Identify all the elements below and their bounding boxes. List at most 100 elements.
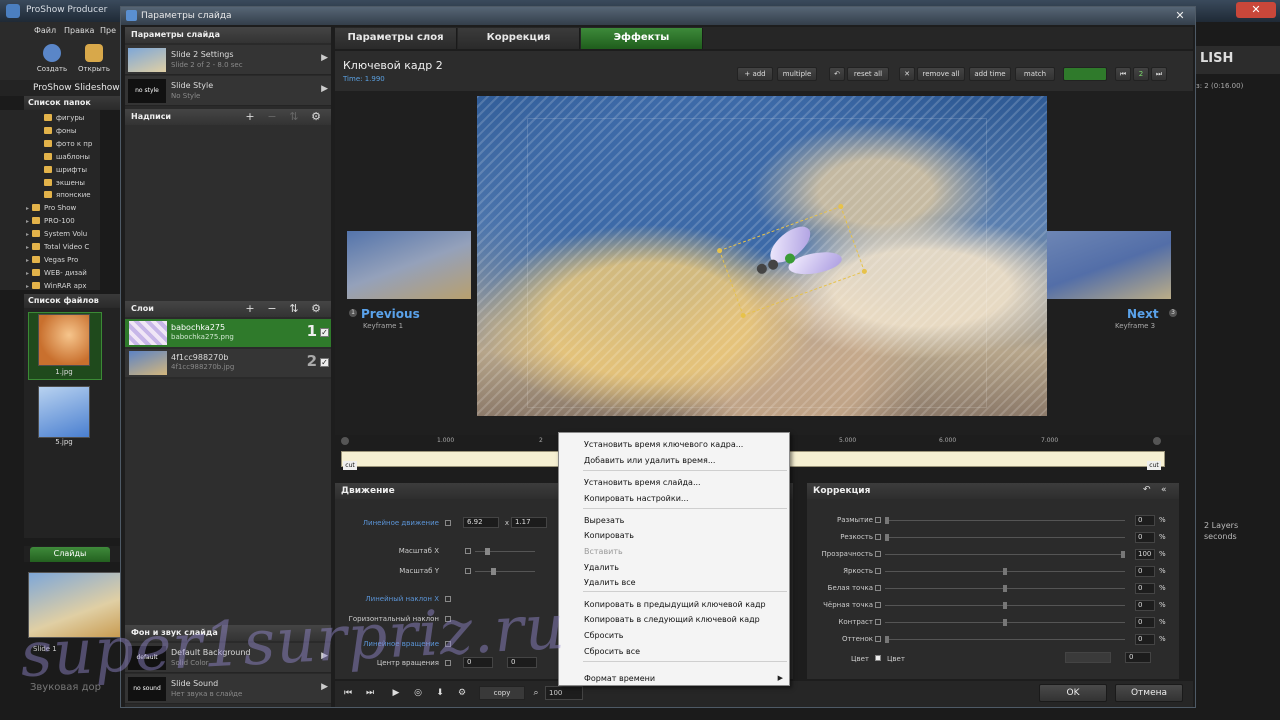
previous-keyframe-thumb[interactable]: [347, 231, 471, 299]
add-layer-button[interactable]: +: [241, 302, 259, 316]
reset-icon[interactable]: ↶: [1143, 485, 1151, 495]
context-menu-item[interactable]: Сбросить все: [559, 644, 789, 659]
correction-slider[interactable]: [885, 537, 1125, 538]
previous-keyframe-link[interactable]: Previous: [361, 307, 420, 321]
context-menu-item[interactable]: Установить время ключевого кадра...: [559, 437, 789, 452]
folder-item[interactable]: ▸ PRO-100: [26, 217, 75, 225]
copy-button[interactable]: copy: [479, 686, 525, 700]
correction-checkbox[interactable]: [875, 568, 881, 574]
collapse-icon[interactable]: «: [1161, 485, 1167, 495]
add-time-button[interactable]: add time: [969, 67, 1011, 81]
pan-x-field[interactable]: 6.92: [463, 517, 499, 528]
context-menu-item[interactable]: Удалить: [559, 560, 789, 575]
reset-all-button[interactable]: reset all: [847, 67, 889, 81]
zoom-field[interactable]: 100: [545, 686, 583, 700]
folder-item[interactable]: ▸ System Volu: [26, 230, 87, 238]
context-menu-item[interactable]: Копировать настройки...: [559, 491, 789, 506]
file-thumb-1[interactable]: [38, 314, 90, 366]
correction-slider-knob[interactable]: [885, 517, 889, 524]
correction-value-field[interactable]: 0: [1135, 515, 1155, 526]
layer-visible-checkbox-1[interactable]: ✓: [320, 328, 329, 337]
folder-tree[interactable]: фигуры фоны фото к пр шаблоны шрифты экшены яп…: [0, 110, 100, 290]
layer-row-1[interactable]: babochka275 babochka275.png 1 ✓: [125, 319, 331, 347]
correction-slider-knob[interactable]: [1003, 619, 1007, 626]
folder-item[interactable]: ▸ Pro Show: [26, 204, 76, 212]
context-menu-item[interactable]: Копировать: [559, 528, 789, 543]
slide-settings-row[interactable]: Slide 2 Settings Slide 2 of 2 - 8.0 sec …: [125, 45, 331, 75]
undo-icon[interactable]: ↶: [829, 67, 845, 81]
menu-presentation[interactable]: Пре: [100, 26, 116, 35]
folder-item[interactable]: фото к пр: [38, 139, 92, 148]
tab-correction[interactable]: Коррекция: [458, 28, 580, 49]
context-menu-item[interactable]: Сбросить: [559, 628, 789, 643]
menu-file[interactable]: Файл: [34, 26, 56, 35]
correction-checkbox[interactable]: [875, 585, 881, 591]
slides-tab[interactable]: Слайды: [30, 547, 110, 562]
pan-y-field[interactable]: 1.17: [511, 517, 547, 528]
match-button[interactable]: match: [1015, 67, 1055, 81]
reorder-caption-button[interactable]: ⇅: [285, 110, 303, 124]
color-checkbox[interactable]: [875, 655, 881, 661]
layer-visible-checkbox-2[interactable]: ✓: [320, 358, 329, 367]
scale-y-slider-knob[interactable]: [491, 568, 496, 575]
layer-row-2[interactable]: 4f1cc988270b 4f1cc988270b.jpg 2 ✓: [125, 349, 331, 377]
correction-value-field[interactable]: 0: [1135, 634, 1155, 645]
first-keyframe-icon[interactable]: ⏮: [1115, 67, 1131, 81]
correction-checkbox[interactable]: [875, 636, 881, 642]
scale-x-slider[interactable]: [475, 551, 535, 552]
reorder-layer-button[interactable]: ⇅: [285, 302, 303, 316]
correction-slider-knob[interactable]: [1121, 551, 1125, 558]
correction-slider[interactable]: [885, 639, 1125, 640]
context-menu-item[interactable]: Копировать в предыдущий ключевой кадр: [559, 597, 789, 612]
color-picker[interactable]: [1065, 652, 1111, 663]
correction-value-field[interactable]: 0: [1135, 532, 1155, 543]
file-thumb-5[interactable]: [38, 386, 90, 438]
add-keyframe-button[interactable]: + add: [737, 67, 773, 81]
ok-button[interactable]: OK: [1039, 684, 1107, 702]
correction-slider[interactable]: [885, 520, 1125, 521]
context-menu-item[interactable]: Копировать в следующий ключевой кадр: [559, 612, 789, 627]
main-close-button[interactable]: ✕: [1236, 2, 1276, 18]
correction-checkbox[interactable]: [875, 602, 881, 608]
gear-icon[interactable]: ⚙: [457, 688, 467, 698]
remove-caption-button[interactable]: −: [263, 110, 281, 124]
correction-slider-knob[interactable]: [1003, 568, 1007, 575]
timeline-end-marker[interactable]: [1153, 437, 1161, 445]
next-keyframe-thumb[interactable]: [1047, 231, 1171, 299]
menu-edit[interactable]: Правка: [64, 26, 94, 35]
open-button[interactable]: Открыть: [74, 44, 114, 73]
folder-item[interactable]: шаблоны: [38, 152, 90, 161]
timeline-start-marker[interactable]: [341, 437, 349, 445]
correction-slider[interactable]: [885, 554, 1125, 555]
layers-list-empty[interactable]: [125, 379, 331, 625]
play-icon[interactable]: ▶: [391, 688, 401, 698]
context-menu-item[interactable]: Формат времени ▶: [559, 671, 789, 686]
folder-item[interactable]: ▸ WinRAR арх: [26, 281, 86, 290]
scale-y-checkbox[interactable]: [465, 568, 471, 574]
correction-checkbox[interactable]: [875, 551, 881, 557]
gear-icon[interactable]: ⚙: [307, 110, 325, 124]
correction-checkbox[interactable]: [875, 619, 881, 625]
correction-slider-knob[interactable]: [1003, 585, 1007, 592]
tab-effects[interactable]: Эффекты: [581, 28, 703, 49]
correction-value-field[interactable]: 0: [1135, 600, 1155, 611]
folder-item[interactable]: экшены: [38, 178, 85, 187]
keyframe-preview-image[interactable]: [477, 96, 1047, 416]
correction-value-field[interactable]: 0: [1135, 617, 1155, 628]
next-keyframe-link[interactable]: Next: [1127, 307, 1159, 321]
add-caption-button[interactable]: +: [241, 110, 259, 124]
publish-label[interactable]: LISH: [1196, 46, 1280, 74]
correction-checkbox[interactable]: [875, 534, 881, 540]
linear-motion-checkbox[interactable]: [445, 520, 451, 526]
remove-layer-button[interactable]: −: [263, 302, 281, 316]
dialog-close-button[interactable]: ✕: [1173, 9, 1187, 23]
captions-list[interactable]: [125, 125, 331, 301]
scale-x-slider-knob[interactable]: [485, 548, 490, 555]
cancel-button[interactable]: Отмена: [1115, 684, 1183, 702]
correction-value-field[interactable]: 0: [1135, 583, 1155, 594]
close-icon[interactable]: ✕: [899, 67, 915, 81]
tab-layer-settings[interactable]: Параметры слоя: [335, 28, 457, 49]
context-menu-item[interactable]: Удалить все: [559, 575, 789, 590]
scale-y-slider[interactable]: [475, 571, 535, 572]
folder-item[interactable]: японские: [38, 191, 91, 199]
